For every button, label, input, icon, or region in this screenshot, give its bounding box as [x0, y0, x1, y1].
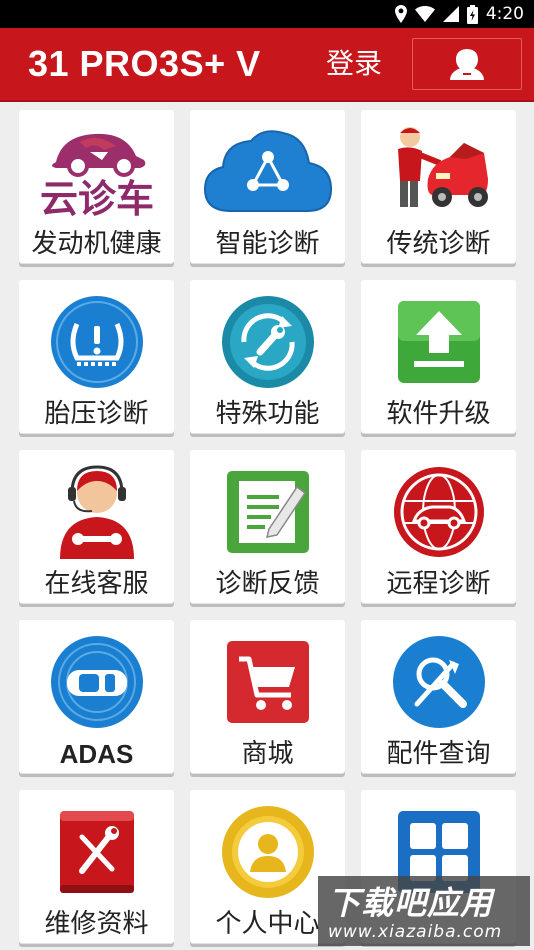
tile-label: 胎压诊断: [44, 399, 149, 429]
tile-adas[interactable]: ADAS: [19, 620, 174, 773]
tile-diagnosis-feedback[interactable]: 诊断反馈: [190, 450, 345, 603]
watermark-url: www.xiazaiba.com: [328, 922, 503, 942]
wifi-icon: [414, 6, 435, 22]
app-title: 31 PRO3S+ V: [28, 43, 261, 84]
watermark-title: 下载吧应用: [328, 884, 494, 922]
signal-icon: [442, 6, 459, 22]
wrench-refresh-icon: [190, 288, 345, 396]
tile-label: 商城: [241, 739, 294, 769]
tile-label: 传统诊断: [386, 229, 491, 259]
tile-label: 软件升级: [386, 399, 491, 429]
login-link[interactable]: 登录: [326, 46, 382, 82]
yunzhenche-logo-icon: 云诊车: [19, 118, 174, 226]
tile-label: 在线客服: [44, 569, 149, 599]
tile-label: ADAS: [59, 739, 134, 769]
tile-label: 配件查询: [386, 739, 491, 769]
tile-repair-info[interactable]: 维修资料: [19, 790, 174, 943]
tire-pressure-icon: [19, 288, 174, 396]
tile-parts-search[interactable]: 配件查询: [361, 620, 516, 773]
feedback-note-icon: [190, 458, 345, 566]
tile-label: 智能诊断: [215, 229, 320, 259]
status-time: 4:20: [485, 4, 524, 24]
tile-remote-diagnosis[interactable]: 远程诊断: [361, 450, 516, 603]
tile-mall[interactable]: 商城: [190, 620, 345, 773]
app-header: 31 PRO3S+ V 登录: [0, 28, 534, 102]
tile-software-update[interactable]: 软件升级: [361, 280, 516, 433]
function-grid: 云诊车 发动机健康 智能诊断 传统诊断 胎压诊断 特殊功能 软件升级 在线客服 …: [0, 102, 534, 950]
tile-label: 维修资料: [44, 909, 149, 939]
svg-text:云诊车: 云诊车: [39, 177, 153, 221]
repair-book-icon: [19, 798, 174, 906]
tile-online-service[interactable]: 在线客服: [19, 450, 174, 603]
adas-car-icon: [19, 628, 174, 736]
tile-label: 远程诊断: [386, 569, 491, 599]
location-icon: [394, 5, 407, 23]
parts-search-icon: [361, 628, 516, 736]
cloud-share-icon: [190, 118, 345, 226]
tile-special-functions[interactable]: 特殊功能: [190, 280, 345, 433]
tile-label: 诊断反馈: [215, 569, 320, 599]
tile-traditional-diagnosis[interactable]: 传统诊断: [361, 110, 516, 263]
tile-smart-diagnosis[interactable]: 智能诊断: [190, 110, 345, 263]
customer-service-icon: [19, 458, 174, 566]
status-bar: 4:20: [0, 0, 534, 28]
tile-label: 发动机健康: [31, 229, 162, 259]
battery-icon: [466, 4, 478, 24]
tile-label: 特殊功能: [215, 399, 320, 429]
tile-engine-health[interactable]: 云诊车 发动机健康: [19, 110, 174, 263]
user-button[interactable]: [412, 38, 522, 90]
remote-car-icon: [361, 458, 516, 566]
shopping-cart-icon: [190, 628, 345, 736]
mechanic-car-icon: [361, 118, 516, 226]
watermark: 下载吧应用 www.xiazaiba.com: [318, 876, 530, 946]
upload-icon: [361, 288, 516, 396]
user-avatar-icon: [450, 46, 484, 80]
tile-tire-pressure[interactable]: 胎压诊断: [19, 280, 174, 433]
